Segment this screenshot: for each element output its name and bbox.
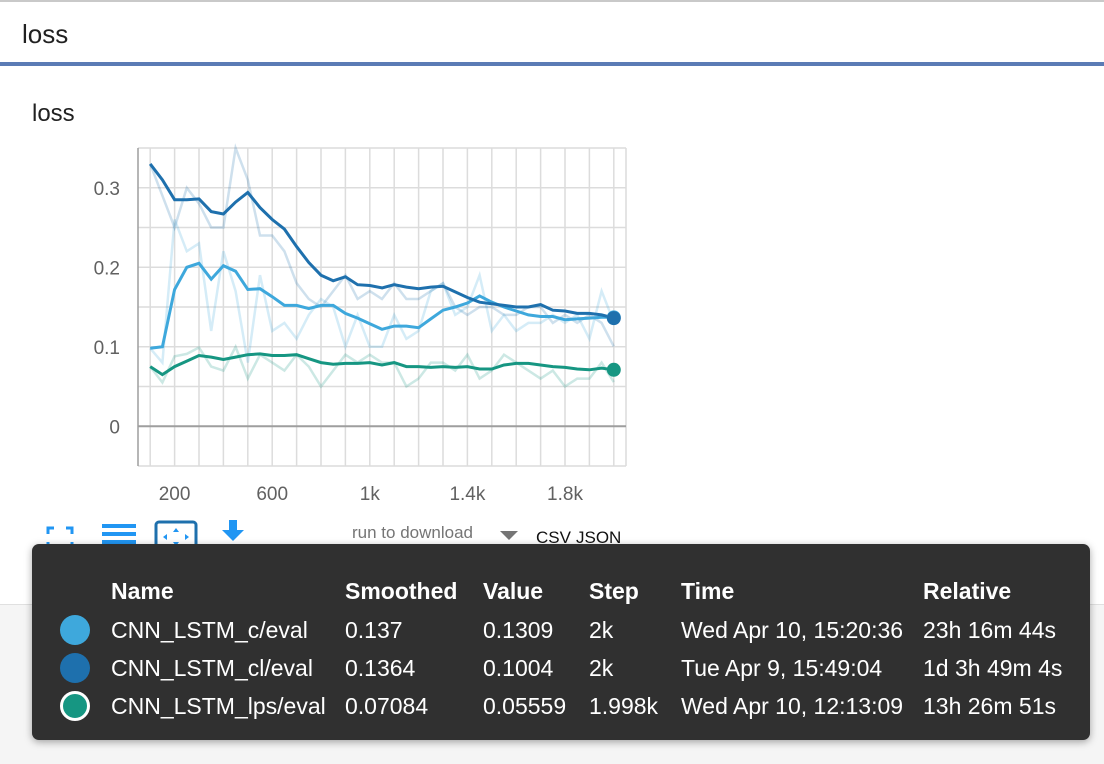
row-time: Wed Apr 10, 12:13:09 [681,693,904,719]
x-tick-label: 1.8k [547,484,583,505]
y-tick-label: 0.3 [94,179,120,200]
x-tick-label: 1k [360,484,381,505]
row-relative: 1d 3h 49m 4s [923,655,1063,681]
series-swatch-c [60,615,90,645]
row-smoothed: 0.1364 [345,655,416,681]
header-value: Value [483,578,544,604]
row-relative: 23h 16m 44s [923,617,1056,643]
raw-series-line-0 [149,219,615,366]
row-step: 2k [589,655,614,681]
y-tick-label: 0 [109,417,120,438]
row-value: 0.1309 [483,617,554,643]
x-tick-label: 1.4k [449,484,485,505]
row-step: 2k [589,617,614,643]
row-value: 0.1004 [483,655,554,681]
row-time: Tue Apr 9, 15:49:04 [681,655,883,681]
category-header[interactable]: loss [0,2,1104,66]
row-name: CNN_LSTM_c/eval [111,617,308,643]
row-value: 0.05559 [483,693,567,719]
y-tick-label: 0.1 [94,338,120,359]
row-relative: 13h 26m 51s [923,693,1056,719]
x-tick-label: 200 [159,484,191,505]
series-swatch-cl [60,653,90,683]
row-smoothed: 0.07084 [345,693,429,719]
category-title: loss [22,19,69,49]
row-name: CNN_LSTM_cl/eval [111,655,313,681]
loss-chart[interactable]: 0 0.1 0.2 0.3 200 600 1k 1.4k 1.8k [0,66,1104,506]
row-step: 1.998k [589,693,659,719]
smoothed-series-line-2 [149,352,614,377]
series-end-point-2 [606,362,621,377]
header-smoothed: Smoothed [345,578,458,604]
chevron-down-icon[interactable] [500,531,518,540]
header-relative: Relative [923,578,1012,604]
y-tick-label: 0.2 [94,258,120,279]
header-time: Time [681,578,735,604]
x-tick-label: 600 [256,484,288,505]
row-smoothed: 0.137 [345,617,403,643]
series-swatch-lps [60,691,90,721]
run-to-download-select[interactable]: run to download [352,523,473,543]
series-end-point-1 [606,311,621,326]
chart-card: loss 0 0.1 0.2 0.3 200 600 1k 1.4k 1.8k run to d… [0,66,1104,605]
row-time: Wed Apr 10, 15:20:36 [681,617,904,643]
row-name: CNN_LSTM_lps/eval [111,693,326,719]
header-name: Name [111,578,174,604]
chart-tooltip: Name Smoothed Value Step Time Relative C… [32,544,1090,740]
header-step: Step [589,578,639,604]
